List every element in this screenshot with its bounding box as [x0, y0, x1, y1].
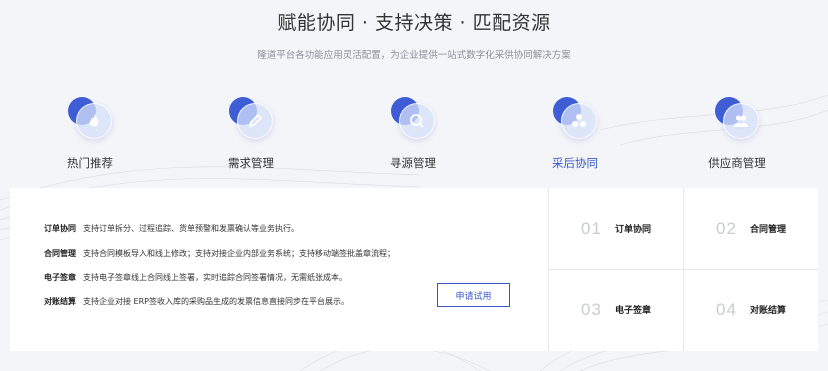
feature-desc: 支持企业对接 ERP签收入库的采购品生成的发票信息直接同步在平台展示。 [83, 297, 349, 306]
category-supplier-management[interactable]: 供应商管理 [677, 95, 797, 173]
category-label: 热门推荐 [67, 156, 113, 170]
category-hot-recommend[interactable]: 热门推荐 [30, 95, 150, 173]
feature-description-list: 订单协同 支持订单拆分、过程追踪、货单预警和发票确认等业务执行。 合同管理 支持合同… [10, 188, 548, 351]
flame-icon [68, 97, 116, 141]
category-label: 需求管理 [228, 156, 274, 170]
cell-name: 电子签章 [615, 306, 652, 316]
magnifier-icon [391, 97, 439, 141]
cell-number: 04 [716, 299, 737, 319]
grid-cell-e-signature[interactable]: 03 电子签章 [548, 269, 683, 350]
cell-name: 订单协同 [615, 225, 652, 235]
feature-desc: 支持电子签章线上合同线上签署，实时追踪合同签署情况，无需纸张成本。 [83, 273, 347, 282]
page-subtitle: 隆道平台各功能应用灵活配置，为企业提供一站式数字化采供协同解决方案 [257, 50, 571, 61]
grid-cell-order-collaboration[interactable]: 01 订单协同 [548, 188, 683, 269]
feature-row: 合同管理 支持合同模板导入和线上修改；支持对接企业内部业务系统；支持移动端签批盖章… [44, 248, 395, 259]
pencil-icon [229, 97, 277, 141]
cell-number: 01 [581, 218, 602, 238]
feature-row: 电子签章 支持电子签章线上合同线上签署，实时追踪合同签署情况，无需纸张成本。 [44, 272, 347, 283]
collaboration-icon [553, 97, 601, 141]
page-title: 赋能协同 · 支持决策 · 匹配资源 [277, 12, 551, 34]
cell-number: 02 [716, 218, 737, 238]
feature-desc: 支持合同模板导入和线上修改；支持对接企业内部业务系统；支持移动端签批盖章流程； [83, 249, 395, 258]
users-icon [715, 97, 763, 141]
feature-row: 订单协同 支持订单拆分、过程追踪、货单预警和发票确认等业务执行。 [44, 223, 299, 234]
cell-number: 03 [581, 299, 602, 319]
grid-cell-reconciliation[interactable]: 04 对账结算 [683, 269, 818, 350]
category-sourcing-management[interactable]: 寻源管理 [353, 95, 473, 173]
feature-name: 订单协同 [44, 224, 76, 233]
category-label: 供应商管理 [708, 156, 766, 170]
category-demand-management[interactable]: 需求管理 [191, 95, 311, 173]
feature-desc: 支持订单拆分、过程追踪、货单预警和发票确认等业务执行。 [83, 224, 299, 233]
grid-cell-contract-management[interactable]: 02 合同管理 [683, 188, 818, 269]
cell-name: 对账结算 [750, 306, 787, 316]
feature-name: 合同管理 [44, 249, 76, 258]
category-label: 寻源管理 [390, 156, 436, 170]
feature-name: 对账结算 [44, 297, 76, 306]
feature-row: 对账结算 支持企业对接 ERP签收入库的采购品生成的发票信息直接同步在平台展示。 [44, 296, 349, 307]
feature-name: 电子签章 [44, 273, 76, 282]
feature-panel: 订单协同 支持订单拆分、过程追踪、货单预警和发票确认等业务执行。 合同管理 支持合同… [10, 188, 818, 351]
apply-trial-button[interactable]: 申请试用 [437, 283, 510, 307]
category-label: 采后协同 [552, 156, 598, 170]
category-nav: 热门推荐 需求管理 寻源管理 采后协同 供应商管理 [0, 95, 828, 175]
cell-name: 合同管理 [750, 225, 787, 235]
category-post-purchase-collaboration[interactable]: 采后协同 [515, 95, 635, 173]
